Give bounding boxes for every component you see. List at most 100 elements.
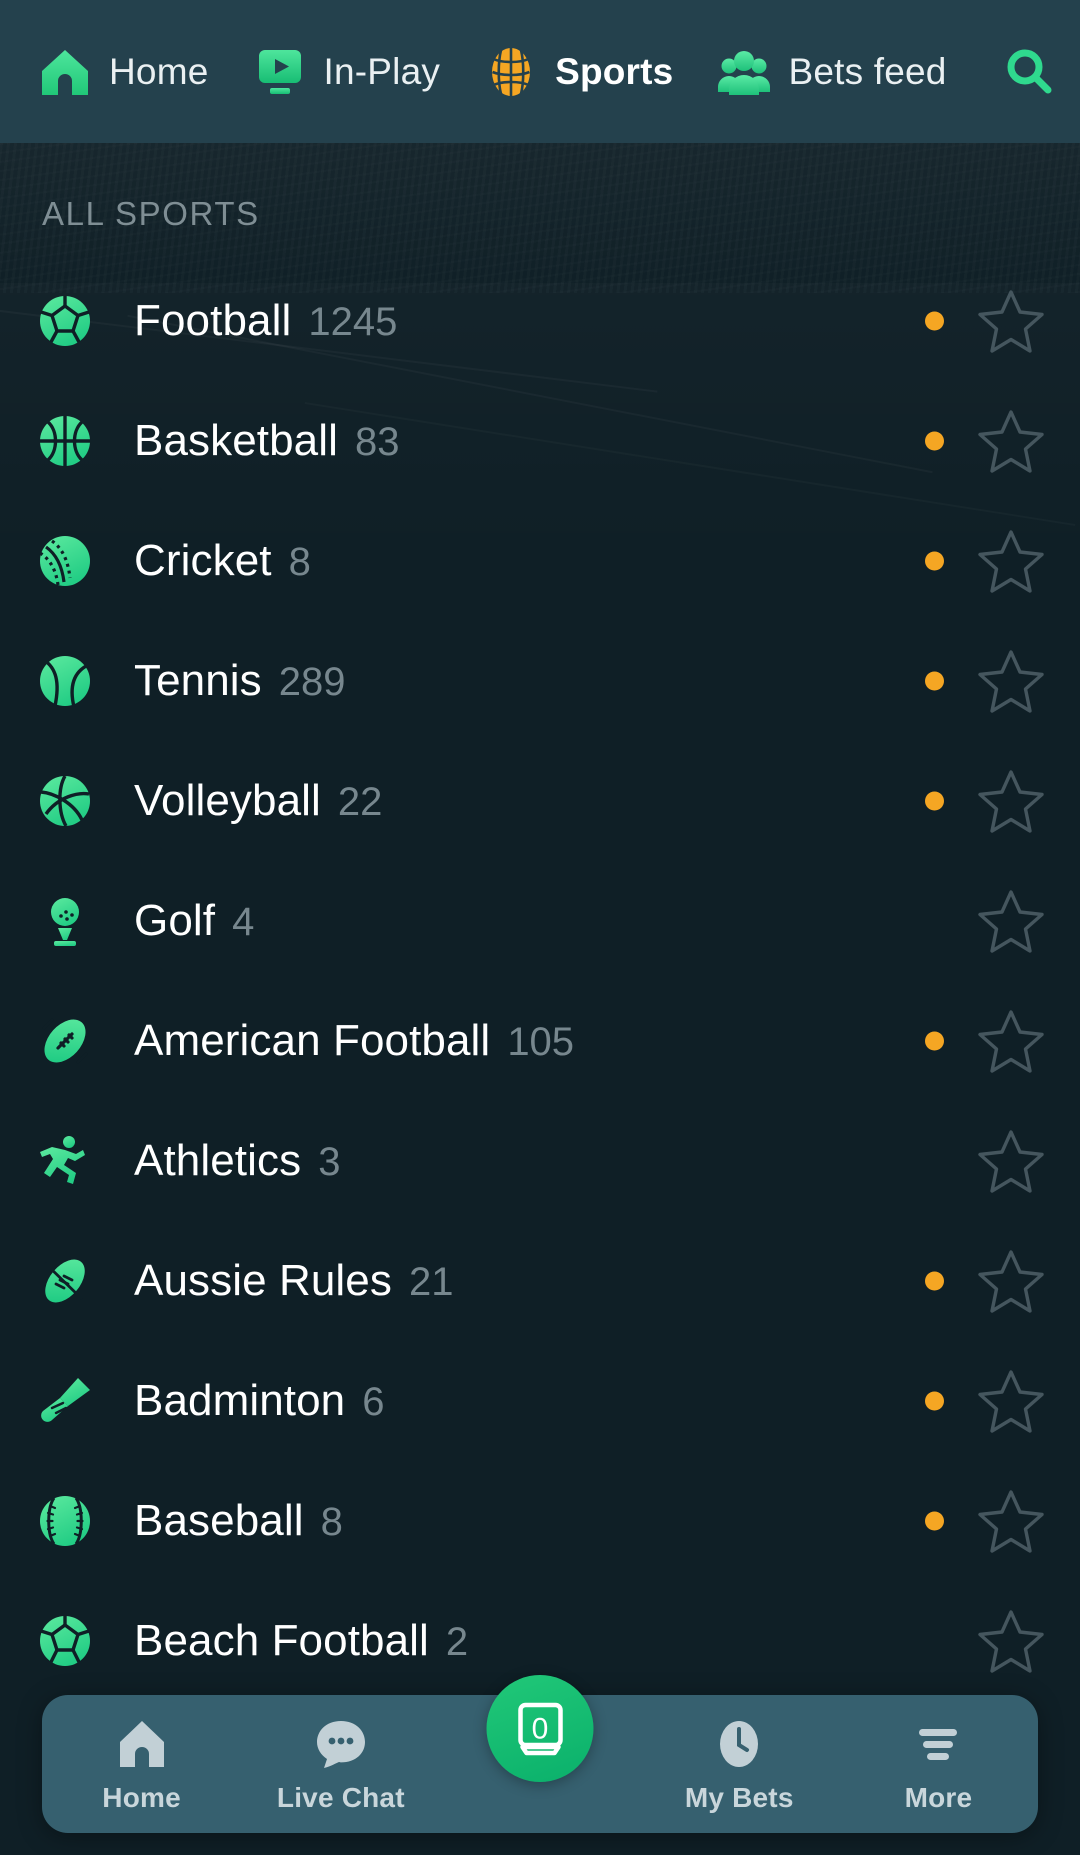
beach-football-icon <box>36 1612 94 1670</box>
sport-event-count: 8 <box>320 1500 343 1544</box>
sport-name: American Football <box>134 1016 491 1065</box>
top-nav-item-in-play[interactable]: In-Play <box>253 45 441 99</box>
sport-name: Tennis <box>134 656 262 705</box>
live-indicator-dot <box>925 1031 944 1051</box>
home-icon <box>113 1715 171 1773</box>
favorite-star-icon[interactable] <box>975 1365 1047 1437</box>
sport-row[interactable]: Golf 4 <box>0 861 1080 981</box>
favorite-star-icon[interactable] <box>975 765 1047 837</box>
baseball-icon <box>36 1492 94 1550</box>
bottom-nav-label-live-chat: Live Chat <box>276 1781 405 1813</box>
top-nav-item-home[interactable]: Home <box>38 45 209 99</box>
sport-name: Football <box>134 296 292 345</box>
cricket-icon <box>36 532 94 590</box>
live-indicator-dot <box>925 1511 944 1531</box>
sport-row[interactable]: Basketball 83 <box>0 381 1080 501</box>
sport-event-count: 1245 <box>308 300 398 344</box>
bottom-nav-item-home[interactable]: Home <box>42 1695 241 1833</box>
live-indicator-dot <box>925 1271 944 1291</box>
sport-event-count: 83 <box>355 420 400 464</box>
bottom-nav-item-my-bets[interactable]: My Bets <box>640 1695 839 1833</box>
sport-event-count: 21 <box>408 1260 454 1304</box>
sport-name: Golf <box>134 896 216 945</box>
basketball-icon <box>36 412 94 470</box>
bottom-navigation-bar: Home Live Chat 0 My Bets More <box>42 1675 1038 1833</box>
sport-event-count: 3 <box>318 1140 341 1184</box>
top-nav-label-in-play: In-Play <box>323 50 441 92</box>
live-indicator-dot <box>925 551 944 571</box>
live-indicator-dot <box>925 311 944 331</box>
favorite-star-icon[interactable] <box>975 1005 1047 1077</box>
live-indicator-dot <box>925 431 944 451</box>
sports-list: Football 1245 Basketball 83 Cricket 8 Tennis 28… <box>0 261 1080 1701</box>
favorite-star-icon[interactable] <box>975 645 1047 717</box>
top-nav-label-sports: Sports <box>555 50 674 92</box>
football-icon <box>36 292 94 350</box>
favorite-star-icon[interactable] <box>975 1485 1047 1557</box>
sport-row[interactable]: Tennis 289 <box>0 621 1080 741</box>
athletics-icon <box>36 1132 94 1190</box>
sports-content-area: ALL SPORTS Football 1245 Basketball 83 Crick… <box>0 143 1080 1855</box>
bottom-nav-item-betslip[interactable]: 0 <box>440 1675 639 1833</box>
live-indicator-dot <box>925 671 944 691</box>
sport-event-count: 22 <box>337 780 383 824</box>
section-title-all-sports: ALL SPORTS <box>42 195 260 232</box>
sport-row[interactable]: Volleyball 22 <box>0 741 1080 861</box>
aussie-rules-icon <box>36 1252 94 1310</box>
american-football-icon <box>36 1012 94 1070</box>
bottom-nav-item-live-chat[interactable]: Live Chat <box>241 1695 440 1833</box>
bottom-nav-label-more: More <box>904 1781 973 1813</box>
bottom-nav-label-home: Home <box>102 1781 181 1813</box>
top-navigation-bar: Home In-Play Sports Bets feed <box>0 0 1080 143</box>
sport-name: Aussie Rules <box>134 1256 392 1305</box>
bets-feed-icon <box>717 45 771 99</box>
sport-row[interactable]: Athletics 3 <box>0 1101 1080 1221</box>
favorite-star-icon[interactable] <box>975 525 1047 597</box>
sport-event-count: 4 <box>232 900 255 944</box>
tennis-icon <box>36 652 94 710</box>
sport-row[interactable]: Aussie Rules 21 <box>0 1221 1080 1341</box>
bottom-nav-label-my-bets: My Bets <box>684 1781 794 1813</box>
betslip-button[interactable]: 0 <box>486 1675 594 1782</box>
sport-name: Beach Football <box>134 1616 429 1665</box>
bottom-nav-item-more[interactable]: More <box>839 1695 1038 1833</box>
sport-name: Cricket <box>134 536 272 585</box>
sport-name: Athletics <box>134 1136 302 1185</box>
sport-name: Badminton <box>134 1376 346 1425</box>
sport-row[interactable]: Cricket 8 <box>0 501 1080 621</box>
sport-event-count: 289 <box>278 660 346 704</box>
sport-row[interactable]: Badminton 6 <box>0 1341 1080 1461</box>
sport-event-count: 105 <box>507 1020 575 1064</box>
chat-bubble-icon <box>312 1715 370 1773</box>
in-play-icon <box>253 45 307 99</box>
sport-event-count: 6 <box>362 1380 385 1424</box>
sport-row[interactable]: American Football 105 <box>0 981 1080 1101</box>
home-icon <box>38 45 92 99</box>
top-nav-label-bets-feed: Bets feed <box>788 50 947 92</box>
top-nav-label-home: Home <box>109 50 209 92</box>
favorite-star-icon[interactable] <box>975 405 1047 477</box>
sport-name: Baseball <box>134 1496 304 1545</box>
top-nav-item-sports[interactable]: Sports <box>484 45 673 99</box>
clock-icon <box>710 1715 768 1773</box>
sports-ball-icon <box>484 45 538 99</box>
live-indicator-dot <box>925 1391 944 1411</box>
favorite-star-icon[interactable] <box>975 1245 1047 1317</box>
search-button[interactable] <box>1002 45 1056 99</box>
sport-event-count: 2 <box>445 1620 469 1664</box>
favorite-star-icon[interactable] <box>975 1125 1047 1197</box>
favorite-star-icon[interactable] <box>975 885 1047 957</box>
sport-event-count: 8 <box>288 540 311 584</box>
menu-lines-icon <box>909 1715 967 1773</box>
sport-name: Volleyball <box>134 776 321 825</box>
favorite-star-icon[interactable] <box>975 285 1047 357</box>
sport-name: Basketball <box>134 416 339 465</box>
badminton-icon <box>36 1372 94 1430</box>
search-icon <box>1002 45 1056 99</box>
favorite-star-icon[interactable] <box>975 1605 1047 1677</box>
top-nav-item-bets-feed[interactable]: Bets feed <box>717 45 946 99</box>
golf-icon <box>36 892 94 950</box>
volleyball-icon <box>36 772 94 830</box>
sport-row[interactable]: Baseball 8 <box>0 1461 1080 1581</box>
sport-row[interactable]: Football 1245 <box>0 261 1080 381</box>
